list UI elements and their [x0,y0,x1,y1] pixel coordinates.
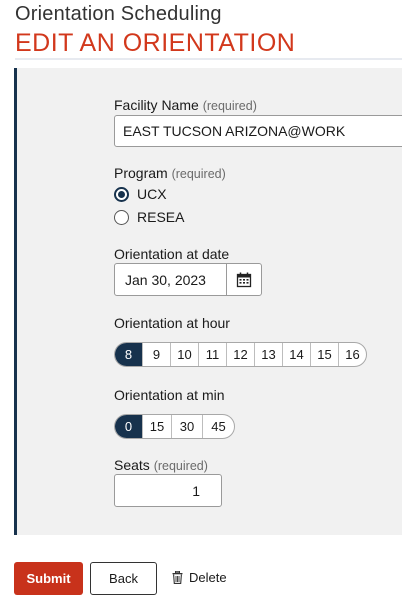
hour-option-8[interactable]: 8 [115,343,142,366]
program-label: Program (required) [114,165,226,181]
seats-label-text: Seats [114,457,150,473]
submit-button[interactable]: Submit [14,562,83,595]
back-button[interactable]: Back [90,562,157,595]
radio-resea[interactable] [114,209,129,225]
seats-label: Seats (required) [114,457,208,473]
calendar-icon [236,272,252,287]
facility-input[interactable]: EAST TUCSON ARIZONA@WORK [114,115,402,147]
page-title: EDIT AN ORIENTATION [15,29,296,57]
hour-option-13[interactable]: 13 [254,343,282,366]
seats-input[interactable]: 1 [114,474,222,507]
date-value[interactable]: Jan 30, 2023 [115,264,226,295]
delete-button[interactable]: Delete [172,570,227,585]
hour-option-14[interactable]: 14 [282,343,310,366]
hour-option-9[interactable]: 9 [142,343,170,366]
header-divider [15,58,402,60]
minute-option-45[interactable]: 45 [202,415,234,438]
delete-label: Delete [189,570,227,585]
calendar-button[interactable] [226,264,261,295]
minute-option-30[interactable]: 30 [171,415,202,438]
minute-option-0[interactable]: 0 [115,415,142,438]
facility-required-note: (required) [202,99,257,113]
radio-resea-label: RESEA [137,209,185,225]
program-required-note: (required) [171,167,226,181]
page-header: Orientation Scheduling EDIT AN ORIENTATI… [15,2,295,58]
hour-label: Orientation at hour [114,315,230,331]
seats-required-note: (required) [153,459,208,473]
hour-option-12[interactable]: 12 [226,343,254,366]
hour-option-16[interactable]: 16 [338,343,366,366]
program-option-ucx[interactable]: UCX [114,186,167,202]
page-subtitle: Orientation Scheduling [15,3,222,25]
program-label-text: Program [114,165,168,181]
hour-option-15[interactable]: 15 [310,343,338,366]
program-option-resea[interactable]: RESEA [114,209,184,225]
minute-label: Orientation at min [114,387,225,403]
facility-label-text: Facility Name [114,97,199,113]
radio-ucx[interactable] [114,186,129,202]
date-picker[interactable]: Jan 30, 2023 [114,263,262,296]
facility-label: Facility Name (required) [114,97,257,113]
date-label: Orientation at date [114,246,230,262]
hour-option-10[interactable]: 10 [170,343,198,366]
minute-option-15[interactable]: 15 [142,415,171,438]
hour-selector: 8 9 10 11 12 13 14 15 16 [114,342,367,367]
hour-option-11[interactable]: 11 [198,343,226,366]
radio-ucx-label: UCX [137,186,167,202]
trash-icon [172,571,183,584]
minute-selector: 0 15 30 45 [114,414,235,439]
